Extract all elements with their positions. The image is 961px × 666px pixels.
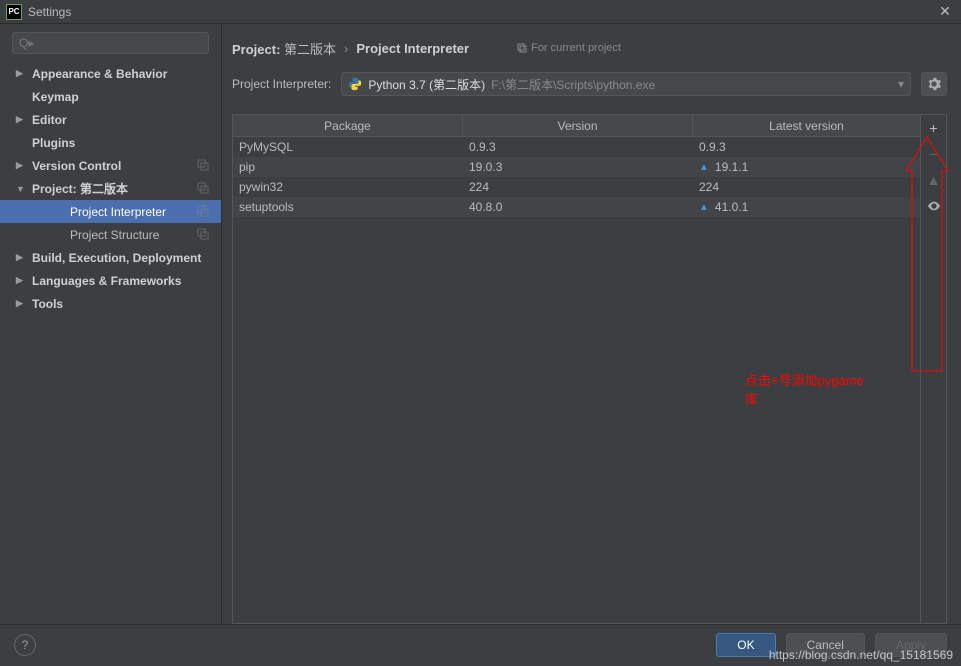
copy-icon [197, 205, 211, 219]
window-title: Settings [28, 5, 935, 19]
col-header-version[interactable]: Version [463, 115, 693, 136]
close-button[interactable]: ✕ [935, 2, 955, 22]
cell-version: 0.9.3 [463, 140, 693, 154]
table-row[interactable]: PyMySQL0.9.30.9.3 [233, 137, 920, 157]
sidebar-item-languages-frameworks[interactable]: ▶ Languages & Frameworks [0, 269, 221, 292]
tree-arrow-icon: ▶ [16, 298, 28, 309]
tree-arrow-icon: ▶ [16, 252, 28, 263]
show-early-releases-button[interactable] [921, 193, 946, 219]
cell-version: 224 [463, 180, 693, 194]
sidebar-item-label: Editor [32, 113, 221, 127]
cell-version: 40.8.0 [463, 200, 693, 214]
sidebar-item-label: Project Structure [70, 228, 197, 242]
tree-arrow-icon: ▼ [16, 184, 28, 194]
sidebar-item-build-execution-deployment[interactable]: ▶ Build, Execution, Deployment [0, 246, 221, 269]
sidebar-item-label: Project Interpreter [70, 205, 197, 219]
cell-latest: ▲41.0.1 [693, 200, 920, 214]
copy-icon [517, 43, 527, 53]
table-row[interactable]: pip19.0.3▲19.1.1 [233, 157, 920, 177]
sidebar-item-version-control[interactable]: ▶ Version Control [0, 154, 221, 177]
copy-icon [197, 182, 211, 196]
upgrade-package-button[interactable]: ▲ [921, 167, 946, 193]
sidebar-item-project-[interactable]: ▼ Project: 第二版本 [0, 177, 221, 200]
cell-package: pip [233, 160, 463, 174]
sidebar-item-label: Project: 第二版本 [32, 180, 197, 197]
cell-latest: 224 [693, 180, 920, 194]
table-row[interactable]: setuptools40.8.0▲41.0.1 [233, 197, 920, 217]
content-pane: Project: 第二版本 › Project Interpreter For … [222, 24, 961, 624]
sidebar-item-plugins[interactable]: Plugins [0, 131, 221, 154]
table-row[interactable]: pywin32224224 [233, 177, 920, 197]
upgrade-available-icon: ▲ [699, 162, 709, 173]
breadcrumb-project: 第二版本 [284, 42, 336, 57]
cell-latest: 0.9.3 [693, 140, 920, 154]
help-button[interactable]: ? [14, 634, 36, 656]
titlebar: PC Settings ✕ [0, 0, 961, 24]
package-actions: + − ▲ [921, 114, 947, 624]
cell-package: pywin32 [233, 180, 463, 194]
sidebar: ▶ Appearance & Behavior Keymap ▶ Editor Plugi… [0, 24, 222, 624]
sidebar-item-tools[interactable]: ▶ Tools [0, 292, 221, 315]
sidebar-item-appearance-behavior[interactable]: ▶ Appearance & Behavior [0, 62, 221, 85]
sidebar-item-label: Appearance & Behavior [32, 67, 221, 81]
search-input[interactable] [12, 32, 209, 54]
settings-tree: ▶ Appearance & Behavior Keymap ▶ Editor Plugi… [0, 62, 221, 624]
cell-latest: ▲19.1.1 [693, 160, 920, 174]
tree-arrow-icon: ▶ [16, 114, 28, 125]
chevron-down-icon: ▾ [898, 77, 904, 91]
sidebar-item-label: Keymap [32, 90, 221, 104]
sidebar-item-keymap[interactable]: Keymap [0, 85, 221, 108]
sidebar-item-label: Plugins [32, 136, 221, 150]
breadcrumb-node: Project Interpreter [356, 41, 469, 56]
sidebar-item-project-structure[interactable]: Project Structure [0, 223, 221, 246]
sidebar-item-label: Build, Execution, Deployment [32, 251, 221, 265]
breadcrumb: Project: 第二版本 › Project Interpreter For … [232, 34, 947, 62]
sidebar-item-project-interpreter[interactable]: Project Interpreter [0, 200, 221, 223]
copy-icon [197, 159, 211, 173]
copy-icon [197, 228, 211, 242]
col-header-latest[interactable]: Latest version [693, 115, 920, 136]
breadcrumb-separator: › [344, 41, 348, 56]
watermark: https://blog.csdn.net/qq_15181569 [769, 648, 953, 662]
cell-package: PyMySQL [233, 140, 463, 154]
breadcrumb-prefix: Project: [232, 42, 280, 57]
col-header-package[interactable]: Package [233, 115, 463, 136]
sidebar-item-label: Languages & Frameworks [32, 274, 221, 288]
interpreter-path: F:\第二版本\Scripts\python.exe [491, 76, 655, 93]
packages-table: Package Version Latest version PyMySQL0.… [232, 114, 921, 624]
tree-arrow-icon: ▶ [16, 68, 28, 79]
add-package-button[interactable]: + [921, 115, 946, 141]
interpreter-settings-button[interactable] [921, 72, 947, 96]
app-icon: PC [6, 4, 22, 20]
upgrade-available-icon: ▲ [699, 202, 709, 213]
breadcrumb-hint: For current project [517, 42, 621, 54]
sidebar-item-label: Version Control [32, 159, 197, 173]
remove-package-button[interactable]: − [921, 141, 946, 167]
cell-version: 19.0.3 [463, 160, 693, 174]
eye-icon [927, 199, 941, 213]
tree-arrow-icon: ▶ [16, 160, 28, 171]
python-icon [348, 77, 362, 91]
tree-arrow-icon: ▶ [16, 275, 28, 286]
sidebar-item-editor[interactable]: ▶ Editor [0, 108, 221, 131]
gear-icon [927, 77, 941, 91]
interpreter-dropdown[interactable]: Python 3.7 (第二版本) F:\第二版本\Scripts\python… [341, 72, 911, 96]
interpreter-label: Project Interpreter: [232, 77, 331, 91]
sidebar-item-label: Tools [32, 297, 221, 311]
interpreter-name: Python 3.7 (第二版本) [368, 76, 485, 93]
ok-button[interactable]: OK [716, 633, 775, 657]
cell-package: setuptools [233, 200, 463, 214]
